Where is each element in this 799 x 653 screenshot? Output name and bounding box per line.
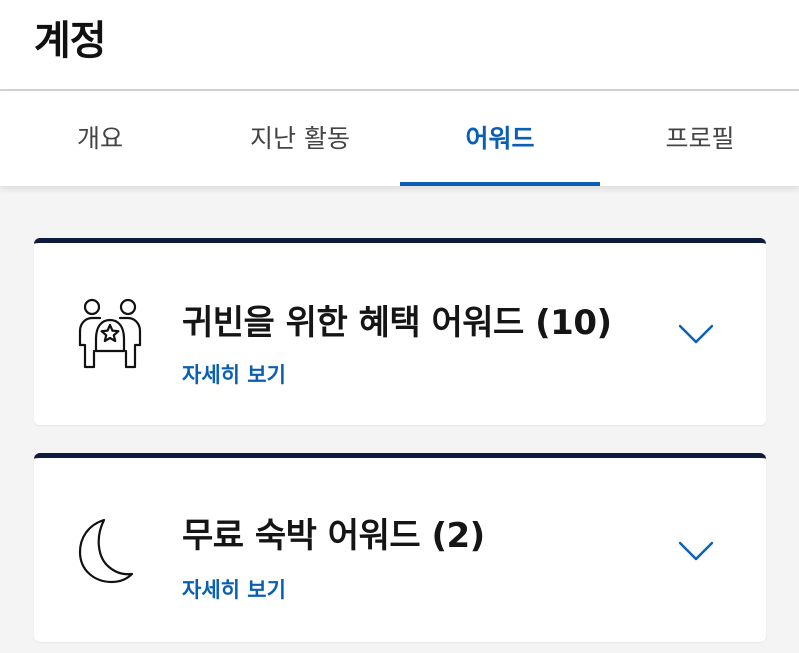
people-star-icon — [74, 295, 150, 375]
page-title: 계정 — [34, 18, 107, 64]
tab-awards[interactable]: 어워드 — [400, 91, 600, 186]
moon-icon — [74, 516, 138, 588]
tab-bar: 개요 지난 활동 어워드 프로필 — [0, 91, 799, 186]
award-card-free-night[interactable]: 무료 숙박 어워드 (2) 자세히 보기 — [34, 453, 766, 642]
page-header: 계정 — [0, 0, 799, 89]
view-details-link[interactable]: 자세히 보기 — [182, 359, 286, 389]
chevron-down-icon[interactable] — [678, 323, 714, 349]
card-title: 무료 숙박 어워드 (2) — [182, 516, 485, 556]
tab-profile[interactable]: 프로필 — [600, 91, 799, 186]
chevron-down-icon[interactable] — [678, 540, 714, 566]
card-title: 귀빈을 위한 혜택 어워드 (10) — [182, 303, 612, 343]
tab-past-activity[interactable]: 지난 활동 — [200, 91, 400, 186]
active-tab-indicator — [400, 182, 600, 186]
award-card-vip-benefits[interactable]: 귀빈을 위한 혜택 어워드 (10) 자세히 보기 — [34, 238, 766, 425]
tab-overview[interactable]: 개요 — [0, 91, 200, 186]
view-details-link[interactable]: 자세히 보기 — [182, 574, 286, 604]
